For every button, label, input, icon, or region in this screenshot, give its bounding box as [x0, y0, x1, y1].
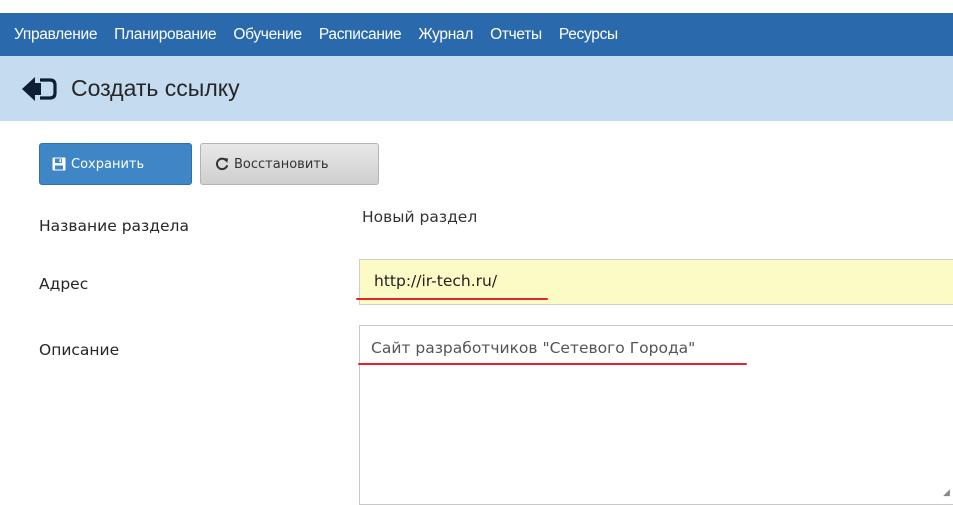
floppy-disk-icon: [52, 157, 66, 171]
page-header: Создать ссылку: [0, 56, 953, 121]
arrow-left-icon: [22, 76, 57, 101]
restore-button-label: Восстановить: [234, 156, 329, 172]
save-button-label: Сохранить: [71, 156, 145, 172]
address-annotation-underline: [356, 298, 548, 300]
address-label: Адрес: [39, 275, 89, 293]
back-button[interactable]: [19, 74, 61, 104]
nav-item-management[interactable]: Управление: [14, 26, 97, 44]
nav-item-reports[interactable]: Отчеты: [490, 26, 542, 44]
nav-item-schedule[interactable]: Расписание: [319, 26, 402, 44]
nav-item-resources[interactable]: Ресурсы: [559, 26, 618, 44]
nav-item-journal[interactable]: Журнал: [418, 26, 473, 44]
page-title: Создать ссылку: [71, 75, 240, 101]
description-textarea[interactable]: Сайт разработчиков "Сетевого Города": [359, 325, 953, 505]
description-label: Описание: [39, 341, 120, 359]
section-name-label: Название раздела: [39, 217, 189, 235]
top-navigation: Управление Планирование Обучение Расписа…: [0, 13, 953, 56]
save-button[interactable]: Сохранить: [39, 143, 192, 185]
nav-item-planning[interactable]: Планирование: [114, 26, 216, 44]
nav-item-education[interactable]: Обучение: [233, 26, 302, 44]
refresh-icon: [215, 157, 229, 171]
description-annotation-underline: [358, 363, 747, 365]
resize-grip-icon[interactable]: ◢: [943, 487, 950, 498]
restore-button[interactable]: Восстановить: [200, 143, 379, 185]
section-name-value: Новый раздел: [362, 208, 478, 226]
